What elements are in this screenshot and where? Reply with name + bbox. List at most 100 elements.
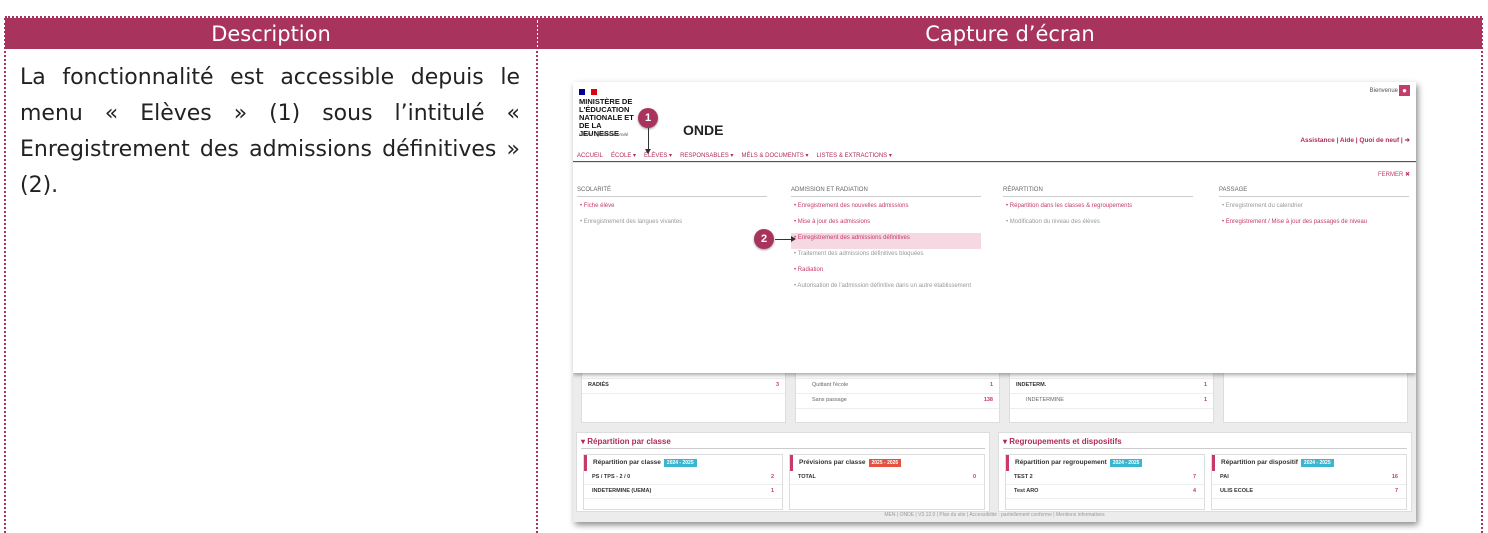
stats-value: 1: [1203, 397, 1207, 403]
year-badge: 2024 - 2025: [1300, 459, 1334, 467]
card-row-value: 7: [1192, 474, 1196, 480]
stats-value: 1: [1203, 382, 1207, 388]
dropdown-menu-item[interactable]: • Enregistrement du calendrier: [1219, 201, 1409, 217]
summary-card: Prévisions par classe 2025 - 2026 TOTAL 0: [789, 454, 985, 510]
dropdown-column-3: PASSAGE • Enregistrement du calendrier • E…: [1219, 187, 1409, 233]
table-right-border: [1481, 18, 1483, 533]
card-title-text: Répartition par dispositif: [1221, 459, 1298, 466]
card-row: TEST 2 7: [1006, 471, 1204, 485]
callout-arrowhead-1: [645, 149, 651, 154]
welcome-text: Bienvenue: [1369, 88, 1398, 94]
summary-card: Répartition par dispositif 2024 - 2025 PAI…: [1211, 454, 1407, 510]
stats-value: 3: [775, 382, 779, 388]
callout-arrow-1: [648, 128, 649, 151]
card-row: ULIS ECOLE 7: [1212, 485, 1406, 499]
card-row-value: 16: [1391, 474, 1398, 480]
card-row-label: PS / TPS - 2 / 0: [592, 474, 631, 480]
section-regroupements-title[interactable]: ▾ Regroupements et dispositifs: [1003, 437, 1407, 449]
dropdown-menu-item[interactable]: • Autorisation de l'admission définitive…: [791, 281, 981, 297]
app-footer: MEN | ONDE | V3.12.0 | Plan du site | Ac…: [884, 512, 1105, 518]
year-badge: 2024 - 2025: [663, 459, 697, 467]
card-row-label: TEST 2: [1014, 474, 1033, 480]
card-row: INDETERMINE (UEMA) 1: [584, 485, 782, 499]
menu-item-5[interactable]: LISTES & EXTRACTIONS ▾: [816, 152, 891, 159]
stats-value: 138: [983, 397, 993, 403]
card-row-label: TOTAL: [798, 474, 816, 480]
top-links[interactable]: Assistance | Aide | Quoi de neuf | ➜: [1300, 136, 1410, 144]
card-row-label: Test ARO: [1014, 488, 1039, 494]
stats-row: INDETERMINE 1: [1010, 394, 1213, 409]
description-header: Description: [5, 18, 537, 49]
card-row-value: 4: [1192, 488, 1196, 494]
dropdown-column-header: PASSAGE: [1219, 187, 1409, 197]
card-title: Répartition par regroupement 2024 - 2025: [1006, 455, 1204, 471]
dropdown-menu-item[interactable]: • Répartition dans les classes & regroup…: [1003, 201, 1193, 217]
menu-item-1[interactable]: ÉCOLE ▾: [611, 152, 636, 159]
card-title-text: Répartition par classe: [593, 459, 661, 466]
app-header: MINISTÈRE DE L'ÉDUCATION NATIONALE ET DE…: [573, 82, 1416, 162]
dropdown-menu-item[interactable]: • Radiation: [791, 265, 981, 281]
dropdown-column-2: RÉPARTITION • Répartition dans les classe…: [1003, 187, 1193, 233]
stats-value: 1: [989, 382, 993, 388]
card-row-value: 2: [770, 474, 774, 480]
year-badge: 2025 - 2026: [868, 459, 902, 467]
menu-item-3[interactable]: RESPONSABLES ▾: [680, 152, 733, 159]
callout-arrowhead-2: [791, 236, 796, 242]
card-title-text: Prévisions par classe: [799, 459, 866, 466]
card-row-label: INDETERMINE (UEMA): [592, 488, 652, 494]
dropdown-menu-item[interactable]: • Enregistrement des nouvelles admission…: [791, 201, 981, 217]
stats-row: Sans passage 138: [796, 394, 999, 409]
ministry-devise: Liberté Égalité Fraternité: [579, 132, 629, 137]
card-title: Répartition par dispositif 2024 - 2025: [1212, 455, 1406, 471]
document-page: Description Capture d’écran La fonctionn…: [0, 0, 1488, 533]
marianne-flag-icon: [579, 89, 597, 95]
logout-icon[interactable]: ➜: [1405, 137, 1410, 144]
card-row: TOTAL 0: [790, 471, 984, 485]
stats-row: Quittant l'école 1: [796, 379, 999, 394]
card-title-text: Répartition par regroupement: [1015, 459, 1107, 466]
card-row-label: PAI: [1220, 474, 1229, 480]
dropdown-menu-item[interactable]: • Enregistrement / Mise à jour des passa…: [1219, 217, 1409, 233]
dropdown-menu-item[interactable]: • Modification du niveau des élèves: [1003, 217, 1193, 233]
card-row: PS / TPS - 2 / 0 2: [584, 471, 782, 485]
section-repartition-title[interactable]: ▾ Répartition par classe: [581, 437, 985, 449]
card-row-label: ULIS ECOLE: [1220, 488, 1254, 494]
menu-item-0[interactable]: ACCUEIL: [577, 153, 603, 159]
table-left-border: [4, 18, 6, 533]
eleves-dropdown-menu: FERMER ✖ SCOLARITÉ • Fiche élève • Enregis…: [573, 163, 1416, 373]
callout-badge-1: 1: [638, 108, 658, 128]
card-title: Prévisions par classe 2025 - 2026: [790, 455, 984, 471]
summary-card: Répartition par regroupement 2024 - 2025 T…: [1005, 454, 1205, 510]
table-column-divider: [536, 18, 538, 533]
dropdown-menu-item[interactable]: • Enregistrement des admissions définiti…: [791, 233, 981, 249]
capture-header: Capture d’écran: [538, 18, 1482, 49]
close-menu-button[interactable]: FERMER ✖: [1378, 171, 1410, 178]
card-row: Test ARO 4: [1006, 485, 1204, 499]
summary-card: Répartition par classe 2024 - 2025 PS / TP…: [583, 454, 783, 510]
description-text: La fonctionnalité est accessible depuis …: [20, 65, 520, 198]
stats-label: Quittant l'école: [812, 382, 849, 388]
dropdown-menu-item[interactable]: • Enregistrement des langues vivantes: [577, 217, 767, 233]
stats-row: INDETERM. 1: [1010, 379, 1213, 394]
dropdown-menu-item[interactable]: • Fiche élève: [577, 201, 767, 217]
stats-label: RADIÉS: [588, 382, 609, 388]
user-icon[interactable]: ●: [1399, 85, 1410, 96]
card-row-value: 1: [770, 488, 774, 494]
stats-label: INDETERM.: [1016, 382, 1047, 388]
dropdown-column-header: ADMISSION ET RADIATION: [791, 187, 981, 197]
menu-item-4[interactable]: MÉLS & DOCUMENTS ▾: [741, 152, 808, 159]
card-row: PAI 16: [1212, 471, 1406, 485]
dropdown-column-0: SCOLARITÉ • Fiche élève • Enregistrement d…: [577, 187, 767, 233]
stats-label: Sans passage: [812, 397, 847, 403]
card-title: Répartition par classe 2024 - 2025: [584, 455, 782, 471]
dropdown-menu-item[interactable]: • Traitement des admissions définitives …: [791, 249, 981, 265]
dropdown-menu-item[interactable]: • Mise à jour des admissions: [791, 217, 981, 233]
screenshot-capture: MINISTÈRE DE L'ÉDUCATION NATIONALE ET DE…: [573, 82, 1416, 522]
dropdown-column-header: RÉPARTITION: [1003, 187, 1193, 197]
dropdown-column-1: ADMISSION ET RADIATION • Enregistrement d…: [791, 187, 981, 297]
year-badge: 2024 - 2025: [1109, 459, 1143, 467]
stats-row: RADIÉS 3: [582, 379, 785, 394]
dropdown-column-header: SCOLARITÉ: [577, 187, 767, 197]
app-title: ONDE: [683, 122, 724, 138]
callout-badge-2: 2: [754, 229, 774, 249]
